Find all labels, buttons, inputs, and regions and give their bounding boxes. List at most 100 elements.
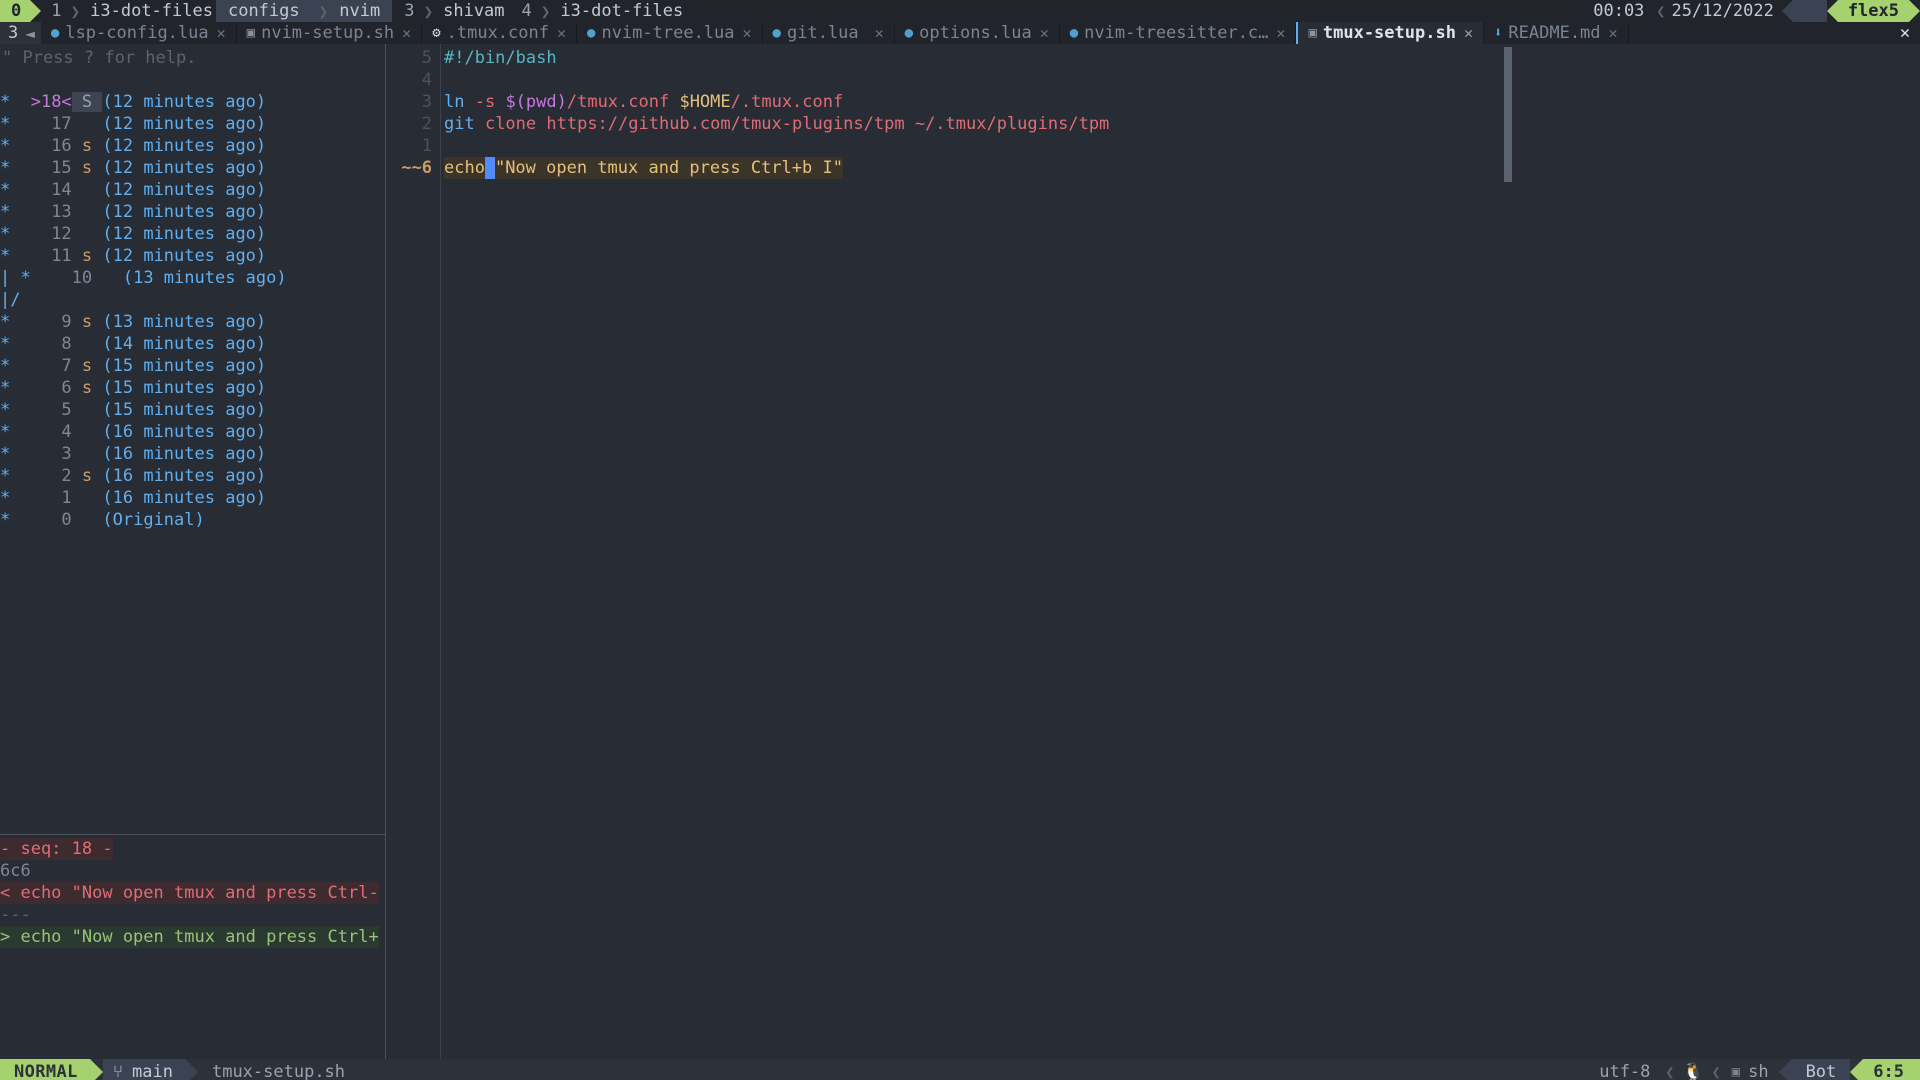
diff-deleted-row: < echo "Now open tmux and press Ctrl- (0, 882, 385, 904)
undotree-save-marker: S (71, 92, 103, 112)
undotree-row[interactable]: * 1 (16 minutes ago) (0, 487, 385, 509)
undotree-row[interactable]: * 5 (15 minutes ago) (0, 399, 385, 421)
editor-line[interactable]: 1 (386, 135, 1920, 157)
code-editor[interactable]: 5 #!/bin/bash 4 3 ln -s $(pwd)/tmux.conf $H… (386, 44, 1920, 1059)
editor-scrollbar[interactable] (1504, 47, 1512, 182)
undotree-row[interactable]: * 11 s (12 minutes ago) (0, 245, 385, 267)
close-icon[interactable]: ✕ (217, 24, 226, 42)
undotree-graph[interactable]: " Press ? for help. * >18< S (12 minutes… (0, 44, 385, 834)
editor-line[interactable]: 4 (386, 69, 1920, 91)
diff-added-line: > echo "Now open tmux and press Ctrl+ (0, 926, 379, 948)
close-icon[interactable]: ✕ (557, 24, 566, 42)
tab-label: nvim-tree.lua (601, 23, 735, 43)
editor-line[interactable]: 5 #!/bin/bash (386, 47, 1920, 69)
tab-tmux-conf[interactable]: ⚙ .tmux.conf ✕ (422, 22, 578, 44)
line-content (444, 69, 454, 91)
undotree-seq: 14 (20, 180, 72, 200)
undotree-save-marker (72, 488, 103, 508)
powerline-arrow-icon (89, 1059, 103, 1080)
workspace-0-label: 0 (0, 0, 31, 22)
undotree-seq: 1 (20, 488, 72, 508)
undotree-node-marker: * (0, 180, 21, 200)
powerline-arrow-icon (1781, 0, 1793, 22)
undotree-row[interactable]: * >18< S (12 minutes ago) (0, 91, 385, 113)
editor-line[interactable]: ~~6 echo "Now open tmux and press Ctrl+b … (386, 157, 1920, 179)
undotree-row[interactable]: * 13 (12 minutes ago) (0, 201, 385, 223)
undotree-blank-row (0, 69, 385, 91)
undotree-panel[interactable]: " Press ? for help. * >18< S (12 minutes… (0, 44, 385, 1059)
undotree-row-list[interactable]: * >18< S (12 minutes ago) * 17 (12 minute… (0, 91, 385, 531)
undotree-seq: 11 (20, 246, 72, 266)
undotree-row[interactable]: * 0 (Original) (0, 509, 385, 531)
editor-line-list[interactable]: 5 #!/bin/bash 4 3 ln -s $(pwd)/tmux.conf $H… (386, 47, 1920, 179)
undotree-row[interactable]: * 6 s (15 minutes ago) (0, 377, 385, 399)
undotree-save-marker (92, 268, 123, 288)
tab-tmux-setup-sh[interactable]: ▣ tmux-setup.sh ✕ (1296, 22, 1484, 44)
undotree-save-marker (72, 400, 103, 420)
tab-nvim-treesitter-configs-lua[interactable]: ● nvim-treesitter.c… ✕ (1059, 22, 1297, 44)
undotree-row[interactable]: * 9 s (13 minutes ago) (0, 311, 385, 333)
workspace-configs-label[interactable]: configs (215, 0, 312, 22)
code-token: -s (474, 92, 506, 112)
arrow-left-circle-icon[interactable]: ◄ (25, 24, 35, 43)
code-token: $HOME (679, 92, 731, 112)
close-icon[interactable]: ✕ (743, 24, 752, 42)
editor-line[interactable]: 2 git clone https://github.com/tmux-plugi… (386, 113, 1920, 135)
undotree-row[interactable]: * 4 (16 minutes ago) (0, 421, 385, 443)
editor-gutter-line (440, 44, 441, 1059)
diff-separator: --- (0, 905, 31, 925)
close-icon[interactable]: ✕ (1609, 24, 1618, 42)
tab-git-lua[interactable]: ● git.lua ✕ (762, 22, 895, 44)
undotree-row[interactable]: * 16 s (12 minutes ago) (0, 135, 385, 157)
undotree-row[interactable]: * 8 (14 minutes ago) (0, 333, 385, 355)
undotree-row[interactable]: * 15 s (12 minutes ago) (0, 157, 385, 179)
close-icon[interactable]: ✕ (1040, 24, 1049, 42)
tab-nvim-setup-sh[interactable]: ▣ nvim-setup.sh ✕ (236, 22, 423, 44)
bufferline-left-group: 3 ◄ (0, 22, 41, 44)
hostname: flex5 (1837, 0, 1909, 22)
workspace-0[interactable]: 0 (0, 0, 42, 22)
tab-readme-md[interactable]: ⬇ README.md ✕ (1483, 22, 1629, 44)
code-token: /.tmux.conf (730, 92, 844, 112)
undotree-row[interactable]: * 14 (12 minutes ago) (0, 179, 385, 201)
tab-options-lua[interactable]: ● options.lua ✕ (894, 22, 1060, 44)
diff-header-row: - seq: 18 - (0, 838, 385, 860)
chevron-right-icon: ❯ (311, 0, 336, 22)
tab-nvim-tree-lua[interactable]: ● nvim-tree.lua ✕ (577, 22, 763, 44)
tab-label: nvim-setup.sh (261, 23, 395, 43)
workspace-3-num[interactable]: 3 (392, 0, 416, 22)
i3-status-bar: 0 1 ❯ i3-dot-files configs ❯ nvim 3 ❯ sh… (0, 0, 1920, 22)
undotree-row[interactable]: |/ (0, 289, 385, 311)
undotree-row[interactable]: * 17 (12 minutes ago) (0, 113, 385, 135)
close-icon[interactable]: ✕ (1464, 24, 1473, 42)
lua-icon: ● (587, 25, 596, 41)
tab-lsp-config-lua[interactable]: ● lsp-config.lua ✕ (40, 22, 237, 44)
undotree-timestamp: (15 minutes ago) (102, 378, 267, 398)
tab-label: .tmux.conf (446, 23, 549, 43)
close-icon[interactable]: ✕ (1276, 24, 1285, 42)
code-token: ln (444, 92, 475, 112)
shell-icon: ▣ (246, 25, 256, 41)
undotree-row[interactable]: * 7 s (15 minutes ago) (0, 355, 385, 377)
close-all-buffers-button[interactable]: ✕ (1890, 22, 1920, 44)
workspace-3-label[interactable]: shivam (440, 0, 507, 22)
workspace-4-label[interactable]: i3-dot-files (557, 0, 686, 22)
close-icon[interactable]: ✕ (875, 24, 884, 42)
workspace-4-num[interactable]: 4 (508, 0, 534, 22)
workspace-1-num[interactable]: 1 (41, 0, 63, 22)
undotree-seq: 16 (20, 136, 72, 156)
diff-seq-header: - seq: 18 - (0, 838, 113, 860)
undotree-seq: 12 (20, 224, 72, 244)
undotree-row[interactable]: * 12 (12 minutes ago) (0, 223, 385, 245)
close-icon[interactable]: ✕ (402, 24, 411, 42)
undotree-row[interactable]: * 2 s (16 minutes ago) (0, 465, 385, 487)
undotree-save-marker: s (71, 356, 103, 376)
undotree-row[interactable]: * 3 (16 minutes ago) (0, 443, 385, 465)
status-git-branch[interactable]: ⑂ main (102, 1059, 185, 1080)
workspace-1-label[interactable]: i3-dot-files (87, 0, 216, 22)
undotree-save-marker: s (71, 378, 103, 398)
editor-line[interactable]: 3 ln -s $(pwd)/tmux.conf $HOME/.tmux.conf (386, 91, 1920, 113)
undotree-row[interactable]: | * 10 (13 minutes ago) (0, 267, 385, 289)
workspace-nvim-label[interactable]: nvim (335, 0, 393, 22)
tab-label: git.lua (786, 23, 859, 43)
